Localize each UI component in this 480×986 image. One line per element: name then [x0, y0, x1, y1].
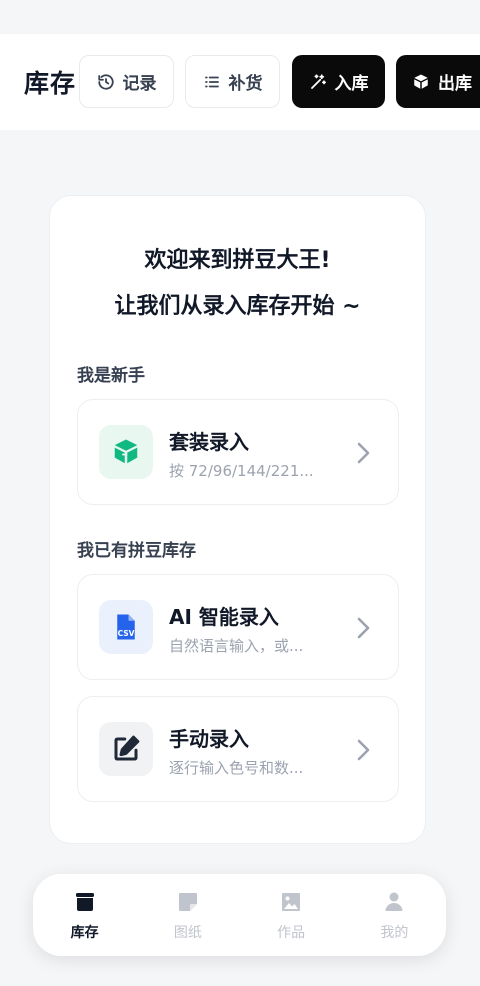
- manual-icon-bg: [99, 722, 153, 776]
- tab-inventory[interactable]: 库存: [33, 874, 136, 956]
- history-icon: [97, 73, 114, 90]
- note-icon: [178, 893, 197, 911]
- magic-wand-icon: [310, 73, 326, 89]
- package-icon: [114, 439, 138, 464]
- welcome-title: 欢迎来到拼豆大王!: [144, 248, 331, 273]
- stock-out-button[interactable]: 出库: [396, 55, 480, 108]
- csv-file-icon: CSV: [117, 614, 135, 640]
- ai-entry-option[interactable]: CSV AI 智能录入 自然语言输入，或...: [77, 574, 399, 680]
- ai-entry-desc: 自然语言输入，或...: [169, 637, 304, 655]
- manual-entry-desc: 逐行输入色号和数...: [169, 759, 304, 777]
- stock-out-label: 出库: [438, 74, 472, 94]
- chevron-right-icon: [357, 442, 370, 464]
- page-title: 库存: [24, 69, 77, 98]
- tab-profile[interactable]: 我的: [343, 874, 446, 956]
- restock-label: 补货: [228, 74, 263, 94]
- svg-text:CSV: CSV: [118, 629, 135, 638]
- chevron-right-icon: [357, 739, 370, 761]
- tab-profile-label: 我的: [380, 925, 409, 941]
- kit-icon-bg: [99, 425, 153, 479]
- section-beginner-label: 我是新手: [77, 366, 145, 386]
- tab-patterns-label: 图纸: [173, 925, 202, 941]
- stock-in-label: 入库: [334, 74, 369, 94]
- history-button[interactable]: 记录: [79, 55, 174, 108]
- welcome-subtitle: 让我们从录入库存开始 ~: [114, 294, 361, 319]
- chevron-right-icon: [357, 617, 370, 639]
- ai-entry-title: AI 智能录入: [169, 605, 279, 629]
- tab-works[interactable]: 作品: [240, 874, 343, 956]
- kit-entry-option[interactable]: 套装录入 按 72/96/144/221...: [77, 399, 399, 505]
- stock-in-button[interactable]: 入库: [292, 55, 385, 108]
- history-label: 记录: [122, 74, 157, 94]
- user-icon: [385, 892, 403, 911]
- image-icon: [282, 893, 301, 911]
- list-icon: [204, 76, 219, 87]
- box-icon: [414, 74, 428, 89]
- tab-inventory-label: 库存: [70, 925, 99, 941]
- restock-button[interactable]: 补货: [185, 55, 280, 108]
- tab-works-label: 作品: [277, 925, 306, 941]
- top-header: 库存 记录 补货 入库 出库: [0, 34, 480, 130]
- tab-patterns[interactable]: 图纸: [136, 874, 239, 956]
- section-existing-label: 我已有拼豆库存: [77, 541, 196, 561]
- ai-icon-bg: CSV: [99, 600, 153, 654]
- inventory-box-icon: [75, 893, 94, 911]
- kit-entry-title: 套装录入: [169, 430, 249, 454]
- edit-icon: [114, 735, 140, 761]
- status-bar: [0, 0, 480, 34]
- manual-entry-option[interactable]: 手动录入 逐行输入色号和数...: [77, 696, 399, 802]
- manual-entry-title: 手动录入: [169, 727, 249, 751]
- bottom-tab-bar: 库存 图纸 作品 我的: [33, 874, 446, 956]
- welcome-card: 欢迎来到拼豆大王! 让我们从录入库存开始 ~ 我是新手 套装录入 按 72/96…: [49, 195, 426, 844]
- kit-entry-desc: 按 72/96/144/221...: [169, 462, 314, 480]
